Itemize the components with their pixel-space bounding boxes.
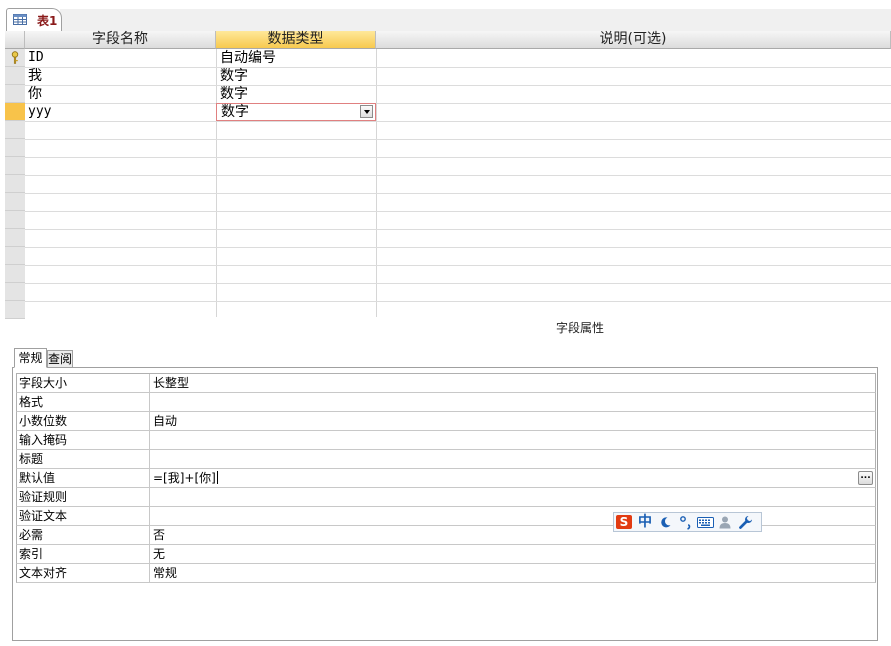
row-selector[interactable] <box>5 229 25 247</box>
property-row[interactable]: 标题 <box>16 450 876 469</box>
property-row[interactable]: 小数位数 自动 <box>16 412 876 431</box>
row-selector[interactable] <box>5 265 25 283</box>
property-label: 文本对齐 <box>19 566 68 580</box>
row-selector[interactable] <box>5 139 25 157</box>
field-name-cell[interactable]: ID <box>28 49 44 67</box>
row-line <box>25 121 891 122</box>
field-name-cell[interactable]: yyy <box>28 103 51 121</box>
row-line <box>25 103 891 104</box>
keyboard-icon[interactable] <box>697 517 714 528</box>
text-caret <box>216 471 218 484</box>
data-type-cell[interactable]: 自动编号 <box>220 49 276 67</box>
row-selector[interactable] <box>5 175 25 193</box>
row-line <box>25 139 891 140</box>
field-properties-table: 字段大小 长整型 格式 小数位数 自动 输入掩码 标题 默认值 =[我]+[你]… <box>16 373 876 583</box>
property-row[interactable]: 文本对齐 常规 <box>16 564 876 583</box>
row-selector[interactable] <box>5 211 25 229</box>
row-line <box>25 211 891 212</box>
property-label: 小数位数 <box>19 414 68 428</box>
property-row[interactable]: 验证规则 <box>16 488 876 507</box>
property-row-default-value[interactable]: 默认值 =[我]+[你] ... <box>16 469 876 488</box>
row-line <box>25 67 891 68</box>
column-divider <box>376 49 377 317</box>
default-value-input[interactable]: =[我]+[你] <box>153 469 218 487</box>
select-all-corner[interactable] <box>5 31 25 49</box>
sogou-logo-icon[interactable]: S <box>616 515 632 529</box>
property-label: 格式 <box>19 395 44 409</box>
property-label: 索引 <box>19 547 44 561</box>
property-value[interactable]: 常规 <box>153 564 177 582</box>
row-line <box>25 85 891 86</box>
header-field-name[interactable]: 字段名称 <box>25 31 216 49</box>
property-row[interactable]: 索引 无 <box>16 545 876 564</box>
expression-builder-button[interactable]: ... <box>858 471 873 485</box>
top-bar: 表1 <box>0 0 891 32</box>
tab-strip <box>60 9 891 32</box>
row-line <box>25 247 891 248</box>
user-icon[interactable] <box>719 516 731 529</box>
field-name-cell[interactable]: 我 <box>28 67 42 85</box>
row-selector[interactable] <box>5 49 25 67</box>
dropdown-arrow-icon[interactable] <box>360 105 373 118</box>
row-line <box>25 193 891 194</box>
property-label: 必需 <box>19 528 44 542</box>
row-selector[interactable] <box>5 247 25 265</box>
property-row[interactable]: 输入掩码 <box>16 431 876 450</box>
tab-general[interactable]: 常规 <box>14 348 47 368</box>
primary-key-icon <box>11 51 19 64</box>
design-grid: 字段名称 数据类型 说明(可选) ID 自动编号 我 数字 你 数字 yyy 数… <box>5 31 891 319</box>
property-value[interactable]: 无 <box>153 545 165 563</box>
row-line <box>25 229 891 230</box>
wrench-icon[interactable] <box>738 515 753 530</box>
header-data-type[interactable]: 数据类型 <box>216 31 376 49</box>
row-selector[interactable] <box>5 301 25 319</box>
document-tab[interactable]: 表1 <box>6 8 62 31</box>
row-selector[interactable] <box>5 157 25 175</box>
punctuation-icon[interactable] <box>679 515 693 530</box>
property-label: 默认值 <box>19 471 56 485</box>
table-icon <box>13 14 27 25</box>
data-type-combobox-value: 数字 <box>221 104 249 120</box>
property-label: 验证文本 <box>19 509 68 523</box>
header-description[interactable]: 说明(可选) <box>376 31 891 49</box>
row-selector-column <box>5 49 25 319</box>
row-selector[interactable] <box>5 67 25 85</box>
row-selector-current[interactable] <box>5 103 25 121</box>
ime-toolbar[interactable]: S 中 <box>613 512 762 532</box>
data-type-cell[interactable]: 数字 <box>220 85 248 103</box>
column-divider <box>216 49 217 317</box>
row-line <box>25 301 891 302</box>
field-properties-title: 字段属性 <box>556 321 605 335</box>
row-line <box>25 283 891 284</box>
data-type-cell[interactable]: 数字 <box>220 67 248 85</box>
property-label: 验证规则 <box>19 490 68 504</box>
row-selector[interactable] <box>5 85 25 103</box>
property-label: 输入掩码 <box>19 433 68 447</box>
document-tab-label: 表1 <box>37 14 58 28</box>
row-line <box>25 175 891 176</box>
moon-icon[interactable] <box>659 516 672 529</box>
property-value[interactable]: 长整型 <box>153 374 189 392</box>
property-value[interactable]: 否 <box>153 526 165 544</box>
property-label: 标题 <box>19 452 44 466</box>
property-label: 字段大小 <box>19 376 68 390</box>
row-selector[interactable] <box>5 121 25 139</box>
data-type-combobox[interactable]: 数字 <box>216 103 376 121</box>
row-selector[interactable] <box>5 193 25 211</box>
row-line <box>25 265 891 266</box>
tab-lookup[interactable]: 查阅 <box>47 350 73 368</box>
field-name-cell[interactable]: 你 <box>28 85 42 103</box>
row-selector[interactable] <box>5 283 25 301</box>
row-line <box>25 157 891 158</box>
default-value-text: =[我]+[你] <box>153 471 216 485</box>
property-row[interactable]: 字段大小 长整型 <box>16 374 876 393</box>
property-row[interactable]: 格式 <box>16 393 876 412</box>
property-value[interactable]: 自动 <box>153 412 177 430</box>
ime-mode-toggle[interactable]: 中 <box>638 513 652 531</box>
